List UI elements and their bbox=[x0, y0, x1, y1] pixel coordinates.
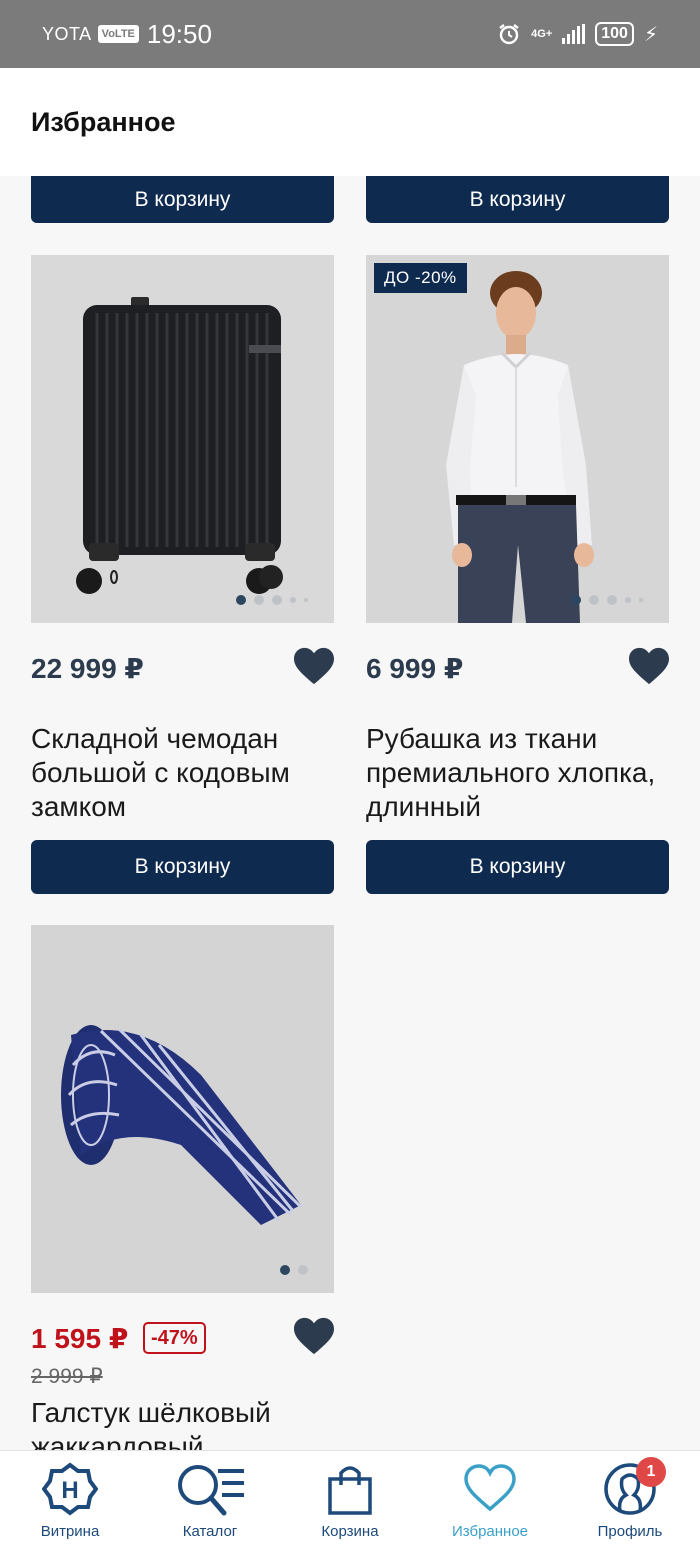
nav-item-favorites[interactable]: Избранное bbox=[420, 1451, 560, 1544]
home-logo-icon: H bbox=[42, 1462, 98, 1516]
old-price: 2 999 ₽ bbox=[31, 1365, 103, 1388]
add-to-cart-button[interactable]: В корзину bbox=[31, 176, 334, 223]
product-image-tie[interactable] bbox=[31, 925, 334, 1293]
product-price: 22 999 ₽ bbox=[31, 653, 144, 684]
nav-item-catalog[interactable]: Каталог bbox=[140, 1451, 280, 1544]
battery-level: 100 bbox=[595, 22, 634, 46]
add-to-cart-button[interactable]: В корзину bbox=[366, 176, 669, 223]
nav-label: Избранное bbox=[451, 1523, 529, 1540]
charging-icon: ⚡ bbox=[643, 23, 658, 46]
network-type: 4G+ bbox=[531, 28, 553, 40]
add-to-cart-button[interactable]: В корзину bbox=[31, 840, 334, 894]
sale-price: 1 595 ₽ bbox=[31, 1323, 129, 1354]
bag-icon bbox=[328, 1466, 372, 1515]
nav-label: Профиль bbox=[597, 1523, 663, 1540]
app-header: Избранное bbox=[0, 68, 700, 176]
add-to-cart-button[interactable]: В корзину bbox=[366, 840, 669, 894]
product-image-shirt[interactable]: ДО -20% bbox=[366, 255, 669, 623]
product-image-suitcase[interactable] bbox=[31, 255, 334, 623]
nav-item-storefront[interactable]: H Витрина bbox=[0, 1451, 140, 1544]
nav-label: Каталог bbox=[182, 1523, 238, 1540]
product-title[interactable]: Рубашка из ткани премиального хлопка, дл… bbox=[366, 722, 666, 824]
product-price: 6 999 ₽ bbox=[366, 653, 464, 684]
product-title[interactable]: Складной чемодан большой с кодовым замко… bbox=[31, 722, 331, 824]
shirt-image bbox=[366, 255, 669, 623]
heart-icon bbox=[464, 1464, 516, 1512]
favorite-heart-icon[interactable] bbox=[627, 646, 671, 686]
alarm-icon bbox=[499, 24, 519, 45]
status-icons: 4G+ 100 ⚡ bbox=[497, 22, 658, 47]
favorites-grid: В корзину В корзину 22 999 ₽ Складной че… bbox=[0, 176, 700, 1450]
image-carousel-dots[interactable] bbox=[236, 595, 308, 605]
volte-indicator: VoLTE bbox=[97, 25, 139, 43]
nav-label: Витрина bbox=[40, 1523, 100, 1540]
carrier-name: YOTA bbox=[42, 23, 92, 44]
product-title[interactable]: Галстук шёлковый жаккардовый bbox=[31, 1396, 331, 1450]
image-carousel-dots[interactable] bbox=[280, 1265, 308, 1275]
suitcase-image bbox=[31, 255, 334, 623]
bottom-navigation: H Витрина Каталог Корзина Избранное 1 Пр… bbox=[0, 1450, 700, 1544]
notification-badge: 1 bbox=[636, 1457, 666, 1487]
signal-icon bbox=[562, 24, 586, 44]
svg-text:H: H bbox=[61, 1477, 78, 1504]
clock: 19:50 bbox=[146, 18, 212, 49]
nav-item-cart[interactable]: Корзина bbox=[280, 1451, 420, 1544]
discount-badge: ДО -20% bbox=[374, 263, 467, 293]
page-title: Избранное bbox=[31, 106, 176, 137]
favorite-heart-icon[interactable] bbox=[292, 646, 336, 686]
discount-percent-badge: -47% bbox=[143, 1322, 206, 1354]
tie-image bbox=[31, 925, 334, 1293]
catalog-search-icon bbox=[178, 1465, 244, 1516]
nav-item-profile[interactable]: 1 Профиль bbox=[560, 1451, 700, 1544]
favorite-heart-icon[interactable] bbox=[292, 1316, 336, 1356]
image-carousel-dots[interactable] bbox=[571, 595, 643, 605]
nav-label: Корзина bbox=[321, 1523, 379, 1540]
status-bar: YOTA VoLTE 19:50 4G+ 100 ⚡ bbox=[0, 0, 700, 68]
